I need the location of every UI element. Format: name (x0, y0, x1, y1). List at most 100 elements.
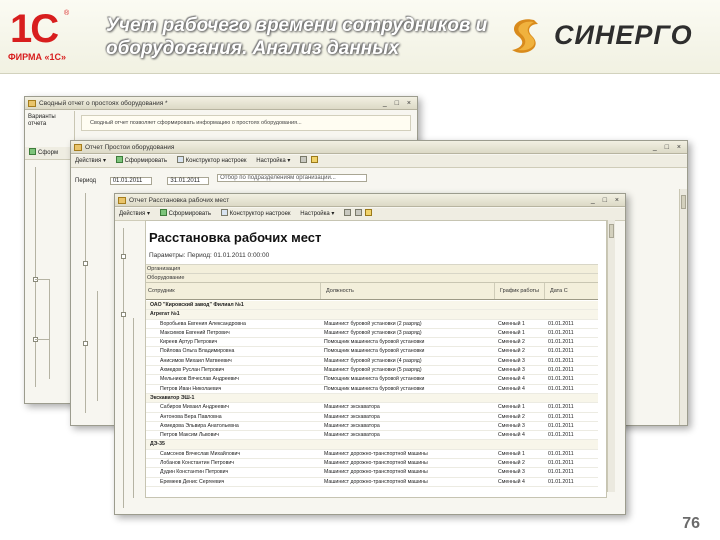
report-row[interactable]: Петров Максим Львович Машинист экскаватор… (146, 431, 598, 441)
window-title-bar[interactable]: Сводный отчет о простоях оборудования * … (25, 97, 417, 110)
cell-employee: Еремеев Денис Сергеевич (160, 478, 225, 485)
scroll-thumb[interactable] (681, 195, 686, 209)
column-separator (494, 283, 495, 299)
tree-guide (35, 279, 49, 280)
slide-number: 76 (682, 515, 700, 532)
column-header-date-from: Дата С (550, 288, 568, 294)
filter-input[interactable]: Отбор по подразделениям организации... (217, 174, 368, 182)
cell-employee: Антонова Вера Павловна (160, 413, 222, 420)
report-row[interactable]: Воробьева Евгения Александровна Машинист … (146, 320, 598, 329)
generate-icon (29, 148, 36, 155)
report-row[interactable]: Самсонов Вячеслав Михайлович Машинист дор… (146, 450, 598, 460)
report-row[interactable]: Дудин Константин Петрович Машинист дорожн… (146, 468, 598, 478)
cell-employee: Петров Максим Львович (160, 432, 219, 439)
report-group-row[interactable]: Агрегат №1 (146, 310, 598, 320)
variants-panel[interactable]: Варианты отчета (25, 111, 75, 143)
report-row[interactable]: Антонова Вера Павловна Машинист экскавато… (146, 413, 598, 422)
cell-schedule: Сменный 2 (498, 339, 525, 346)
tree-node-toggle[interactable] (121, 312, 126, 317)
tree-node-toggle[interactable] (121, 254, 126, 259)
report-row[interactable]: Петров Иван Николаевич Помощник машиниста… (146, 385, 598, 394)
report-row[interactable]: Ахмедова Эльвира Анатольевна Машинист экс… (146, 422, 598, 432)
toolbar-settings-button[interactable]: Настройка ▾ (256, 155, 290, 168)
help-icon[interactable] (310, 156, 318, 163)
cell-date-from: 01.01.2011 (548, 404, 574, 411)
logo-1c-registered: ® (64, 10, 70, 17)
cell-position: Машинист буровой установки (5 разряд) (324, 367, 422, 374)
cell-employee: Лобанов Константин Петрович (160, 460, 234, 467)
report-row[interactable]: Еремеев Денис Сергеевич Машинист дорожно-… (146, 478, 598, 487)
report-row[interactable]: Максимов Евгений Петрович Машинист бурово… (146, 329, 598, 339)
cell-position: Помощник машиниста буровой установки (324, 348, 425, 355)
column-separator (544, 283, 545, 299)
date-from-input[interactable]: 01.01.2011 (109, 177, 152, 185)
cell-schedule: Сменный 4 (498, 376, 525, 383)
tree-guide (49, 279, 50, 379)
cell-schedule: Сменный 3 (498, 422, 525, 429)
cell-position: Машинист дорожно-транспортной машины (324, 460, 428, 467)
report-group-row[interactable]: ДЭ-35 (146, 440, 598, 450)
window-title-bar[interactable]: Отчет Расстановка рабочих мест _ □ × (115, 194, 625, 207)
window-controls[interactable]: _ □ × (383, 99, 414, 108)
cell-position: Машинист экскаватора (324, 432, 380, 439)
cell-date-from: 01.01.2011 (548, 339, 574, 346)
cell-employee: Максимов Евгений Петрович (160, 329, 230, 336)
cell-employee: Самсонов Вячеслав Михайлович (160, 450, 241, 457)
report-group-row[interactable]: ОАО "Кировский завод" Филиал №1 (146, 301, 598, 311)
save-icon[interactable] (344, 209, 352, 216)
report-group-row[interactable]: Экскаватор ЭШ-1 (146, 393, 598, 404)
window-workplace-allocation[interactable]: Отчет Расстановка рабочих мест _ □ × Дей… (114, 193, 626, 515)
tree-node-toggle[interactable] (83, 261, 88, 266)
report-row[interactable]: Лобанов Константин Петрович Машинист доро… (146, 459, 598, 469)
report-row[interactable]: Анисимов Михаил Матвеевич Машинист бурово… (146, 357, 598, 367)
report-title: Расстановка рабочих мест (149, 230, 322, 245)
window2-scrollbar[interactable] (679, 189, 687, 425)
cell-schedule: Сменный 3 (498, 367, 525, 374)
grouping-row-organization: Организация (146, 264, 598, 273)
report-row[interactable]: Мельников Вячеслав Андреевич Помощник маш… (146, 375, 598, 385)
toolbar-generate-button[interactable]: Сформировать (115, 155, 167, 168)
cell-employee: Ахмедов Руслан Петрович (160, 367, 225, 374)
report-row[interactable]: Киреев Артур Петрович Помощник машиниста … (146, 338, 598, 348)
cell-position: Машинист экскаватора (324, 422, 380, 429)
tree-node-toggle[interactable] (83, 341, 88, 346)
generate-icon (159, 209, 167, 216)
cell-date-from: 01.01.2011 (548, 357, 574, 364)
cell-position: Помощник машиниста буровой установки (324, 376, 425, 383)
report-row[interactable]: Сабиров Михаил Андреевич Машинист экскава… (146, 403, 598, 413)
toolbar-generate-button[interactable]: Сформ (29, 147, 58, 160)
help-icon[interactable] (365, 209, 373, 216)
constructor-icon (176, 156, 184, 163)
report-sheet[interactable]: Расстановка рабочих мест Параметры: Пери… (145, 220, 607, 498)
cell-date-from: 01.01.2011 (548, 478, 574, 485)
cell-schedule: Сменный 1 (498, 450, 525, 457)
window-controls[interactable]: _ □ × (591, 196, 622, 205)
date-to-input[interactable]: 31.01.2011 (167, 177, 210, 185)
variants-label: Варианты отчета (28, 114, 56, 127)
cell-schedule: Сменный 2 (498, 413, 525, 420)
print-icon[interactable] (354, 209, 362, 216)
cell-employee: Анисимов Михаил Матвеевич (160, 357, 232, 364)
scroll-thumb[interactable] (609, 224, 614, 238)
slide-title-line2: оборудования. Анализ данных (106, 38, 400, 59)
window-icon (118, 197, 126, 204)
cell-position: Машинист дорожно-транспортной машины (324, 478, 428, 485)
report-column-headers: Сотрудник Должность График работы Дата С (146, 282, 598, 300)
cell-schedule: Сменный 2 (498, 460, 525, 467)
report-scrollbar[interactable] (607, 220, 615, 492)
cell-date-from: 01.01.2011 (548, 469, 574, 476)
cell-position: Машинист дорожно-транспортной машины (324, 450, 428, 457)
cell-position: Помощник машиниста буровой установки (324, 385, 425, 392)
window-title-bar[interactable]: Отчет Простои оборудования _ □ × (71, 141, 687, 154)
window2-toolbar: Действия ▾ Сформировать Конструктор наст… (71, 155, 687, 168)
report-row[interactable]: Ахмедов Руслан Петрович Машинист буровой … (146, 366, 598, 376)
cell-employee: ДЭ-35 (150, 441, 165, 448)
report-row[interactable]: Пойлова Ольга Владимировна Помощник машин… (146, 347, 598, 357)
window-controls[interactable]: _ □ × (653, 143, 684, 152)
cell-employee: Агрегат №1 (150, 311, 180, 318)
tree-guide (123, 228, 124, 508)
save-icon[interactable] (300, 156, 308, 163)
toolbar-actions-menu[interactable]: Действия ▾ (75, 155, 106, 168)
toolbar-settings-constructor-button[interactable]: Конструктор настроек (176, 155, 247, 168)
cell-schedule: Сменный 3 (498, 357, 525, 364)
